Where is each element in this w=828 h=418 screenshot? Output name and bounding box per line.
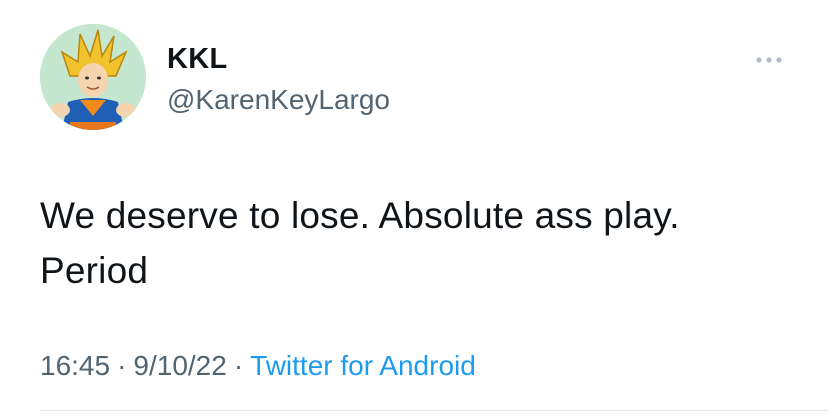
tweet-time[interactable]: 16:45	[40, 350, 110, 381]
display-name[interactable]: KKL	[167, 42, 228, 76]
avatar-image-icon	[40, 24, 146, 130]
tweet-card: KKL @KarenKeyLargo We deserve to lose. A…	[0, 0, 828, 418]
tweet-source-link[interactable]: Twitter for Android	[250, 350, 476, 381]
more-options-icon[interactable]	[752, 52, 786, 68]
user-handle[interactable]: @KarenKeyLargo	[167, 83, 390, 117]
divider	[40, 410, 828, 411]
meta-separator: ·	[233, 350, 244, 381]
tweet-text: We deserve to lose. Absolute ass play. P…	[40, 195, 680, 291]
avatar[interactable]	[40, 24, 146, 130]
tweet-date[interactable]: 9/10/22	[133, 350, 226, 381]
tweet-metadata: 16:45 · 9/10/22 · Twitter for Android	[40, 348, 476, 384]
meta-separator: ·	[117, 350, 127, 381]
